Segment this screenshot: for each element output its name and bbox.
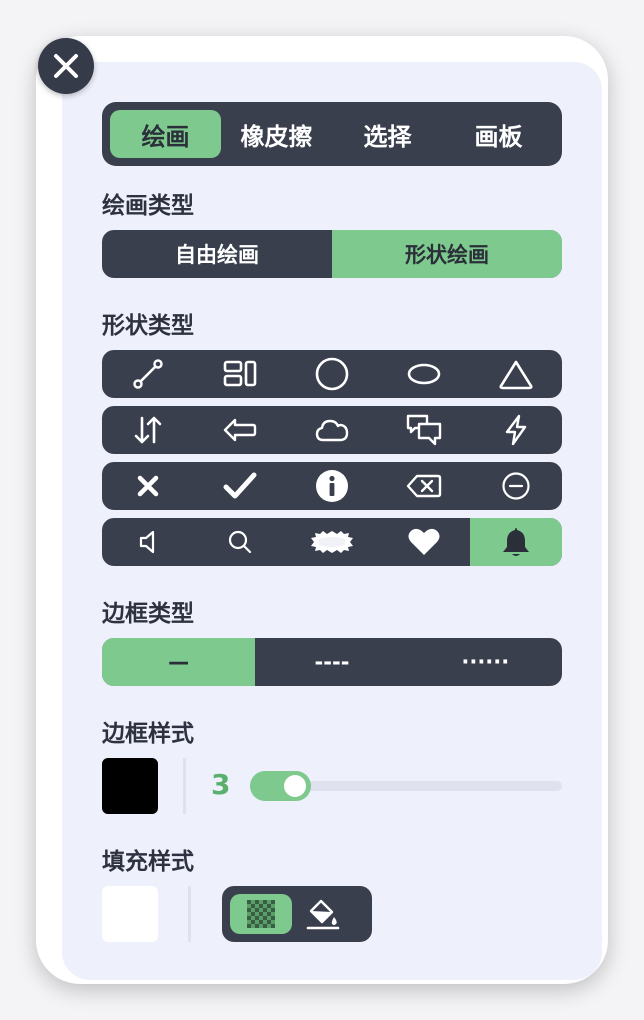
shape-triangle[interactable]: [470, 350, 562, 398]
fill-mode-toggle: [222, 886, 372, 942]
x-icon: [137, 475, 159, 497]
paint-bucket-icon: [306, 899, 340, 930]
speaker-icon: [139, 530, 155, 554]
close-icon: [54, 54, 78, 78]
shape-draw-option[interactable]: 形状绘画: [332, 230, 562, 278]
cloud-icon: [315, 419, 349, 442]
tab-draw[interactable]: 绘画: [110, 110, 221, 158]
border-width-value: 3: [211, 768, 231, 801]
layout-icon: [223, 360, 257, 387]
badge-icon: [311, 531, 353, 553]
border-width-thumb[interactable]: [284, 775, 306, 797]
shape-swap-vertical[interactable]: [102, 406, 194, 454]
tab-select[interactable]: 选择: [332, 110, 443, 158]
shape-badge[interactable]: [286, 518, 378, 566]
free-draw-option[interactable]: 自由绘画: [102, 230, 332, 278]
fill-transparent-option[interactable]: [230, 894, 292, 934]
shape-lightning[interactable]: [470, 406, 562, 454]
shape-speaker[interactable]: [102, 518, 194, 566]
shape-chat-bubbles[interactable]: [378, 406, 470, 454]
shape-heart[interactable]: [378, 518, 470, 566]
draw-type-label: 绘画类型: [102, 193, 194, 219]
shape-row-3: [102, 462, 562, 510]
tab-eraser[interactable]: 橡皮擦: [221, 110, 332, 158]
shape-row-1: [102, 350, 562, 398]
shape-check[interactable]: [194, 462, 286, 510]
shape-cloud[interactable]: [286, 406, 378, 454]
shape-layout[interactable]: [194, 350, 286, 398]
shape-type-label: 形状类型: [102, 313, 194, 339]
checkerboard-icon: [247, 900, 275, 928]
heart-icon: [408, 528, 440, 555]
shape-circle[interactable]: [286, 350, 378, 398]
shape-x[interactable]: [102, 462, 194, 510]
border-dotted-option[interactable]: ······: [409, 638, 562, 686]
fill-style-label: 填充样式: [102, 849, 194, 875]
bell-icon: [503, 528, 529, 556]
circle-icon: [315, 357, 349, 391]
tool-tabs: 绘画 橡皮擦 选择 画板: [102, 102, 562, 166]
minus-circle-icon: [502, 472, 530, 500]
close-button[interactable]: [38, 38, 94, 94]
border-color-swatch[interactable]: [102, 758, 158, 814]
draw-type-toggle: 自由绘画 形状绘画: [102, 230, 562, 278]
backspace-icon: [406, 474, 442, 498]
arrow-left-icon: [223, 418, 257, 442]
info-icon: [316, 470, 348, 502]
divider: [188, 886, 191, 942]
border-style-label: 边框样式: [102, 721, 194, 747]
fill-solid-option[interactable]: [292, 894, 354, 934]
triangle-icon: [499, 360, 533, 390]
border-dashed-option[interactable]: ----: [255, 638, 408, 686]
shape-bell[interactable]: [470, 518, 562, 566]
shape-minus-circle[interactable]: [470, 462, 562, 510]
border-type-label: 边框类型: [102, 601, 194, 627]
tab-canvas[interactable]: 画板: [443, 110, 554, 158]
fill-color-swatch[interactable]: [102, 886, 158, 942]
shape-line[interactable]: [102, 350, 194, 398]
shape-backspace[interactable]: [378, 462, 470, 510]
chat-bubbles-icon: [406, 414, 442, 446]
shape-info[interactable]: [286, 462, 378, 510]
line-icon: [133, 359, 163, 389]
shape-row-2: [102, 406, 562, 454]
lightning-icon: [505, 414, 527, 446]
border-solid-option[interactable]: —: [102, 638, 256, 686]
check-icon: [223, 472, 257, 499]
shape-ellipse[interactable]: [378, 350, 470, 398]
shape-row-4: [102, 518, 562, 566]
ellipse-icon: [407, 363, 441, 385]
search-icon: [228, 530, 252, 554]
swap-vertical-icon: [134, 416, 162, 444]
divider: [183, 758, 186, 814]
shape-search[interactable]: [194, 518, 286, 566]
border-type-toggle: — ---- ······: [102, 638, 562, 686]
shape-arrow-left[interactable]: [194, 406, 286, 454]
